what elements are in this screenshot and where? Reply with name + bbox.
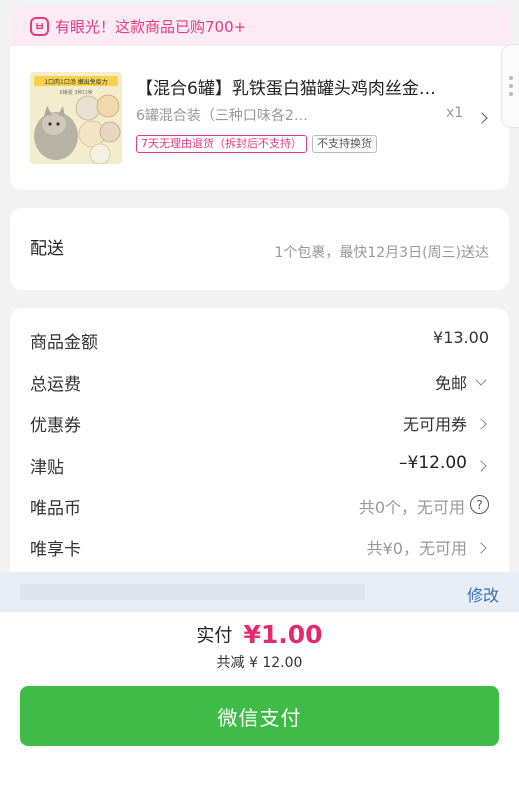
promo-text: 有眼光！这款商品已购700+ bbox=[55, 17, 247, 36]
dot-icon bbox=[508, 76, 513, 80]
goods-amount-row: 商品金额 ¥13.00 bbox=[10, 324, 509, 354]
thumb-headline: 1口肉1口汤 嫩出免疫力 bbox=[44, 78, 108, 86]
edit-link[interactable]: 修改 bbox=[467, 582, 499, 606]
coupon-chevron-right-icon[interactable] bbox=[475, 418, 487, 430]
vip-card-row[interactable]: 唯享卡 共¥0，无可用 bbox=[10, 531, 509, 561]
vcoin-value: 共0个，无可用 bbox=[358, 498, 465, 517]
dot-icon bbox=[508, 84, 513, 88]
address-edit-strip: 修改 bbox=[0, 572, 519, 612]
vip-card-value: 共¥0，无可用 bbox=[366, 539, 467, 558]
product-thumbnail[interactable]: 1口肉1口汤 嫩出免疫力 6罐装 3种口味 bbox=[30, 72, 122, 164]
exchange-policy-tag: 不支持换货 bbox=[312, 135, 377, 153]
vip-card-label: 唯享卡 bbox=[30, 540, 81, 560]
product-title[interactable]: 【混合6罐】乳铁蛋白猫罐头鸡肉丝金… bbox=[136, 74, 476, 99]
help-icon[interactable]: ? bbox=[470, 495, 489, 514]
promo-bar: ㅂ 有眼光！这款商品已购700+ bbox=[10, 6, 509, 46]
vcoin-label: 唯品币 bbox=[30, 499, 81, 519]
thumb-subline: 6罐装 3种口味 bbox=[60, 89, 93, 96]
delivery-label: 配送 bbox=[30, 239, 64, 259]
coupon-label: 优惠券 bbox=[30, 416, 81, 436]
product-chevron-right-icon[interactable] bbox=[476, 112, 488, 124]
wechat-pay-button[interactable]: 微信支付 bbox=[20, 686, 499, 746]
floating-side-tab[interactable] bbox=[501, 44, 519, 128]
product-card: ㅂ 有眼光！这款商品已购700+ 1口肉1口汤 嫩出免疫力 6罐装 3种口味 【… bbox=[10, 6, 509, 190]
delivery-card[interactable]: 配送 1个包裹，最快12月3日(周三)送达 bbox=[10, 208, 509, 290]
allowance-row[interactable]: 津贴 –¥12.00 bbox=[10, 449, 509, 479]
vcoin-row: 唯品币 共0个，无可用 ? bbox=[10, 490, 509, 520]
return-policy-tag: 7天无理由退货（拆封后不支持） bbox=[136, 135, 307, 153]
address-placeholder-bar bbox=[20, 584, 365, 600]
chevron-down-icon[interactable] bbox=[475, 374, 487, 386]
product-spec: 6罐混合装（三种口味各2… bbox=[136, 108, 308, 124]
vip-card-chevron-right-icon[interactable] bbox=[475, 542, 487, 554]
payment-total: 实付 ¥1.00 bbox=[0, 620, 519, 649]
total-amount: ¥1.00 bbox=[243, 620, 323, 649]
shipping-row[interactable]: 总运费 免邮 bbox=[10, 366, 509, 396]
goods-amount-value: ¥13.00 bbox=[433, 328, 489, 347]
payment-area: 实付 ¥1.00 共减 ¥ 12.00 微信支付 bbox=[0, 612, 519, 800]
coupon-value: 无可用券 bbox=[402, 415, 467, 434]
allowance-label: 津贴 bbox=[30, 458, 64, 478]
product-tags: 7天无理由退货（拆封后不支持） 不支持换货 bbox=[136, 135, 377, 153]
shipping-label: 总运费 bbox=[30, 375, 81, 395]
dot-icon bbox=[508, 92, 513, 96]
delivery-info: 1个包裹，最快12月3日(周三)送达 bbox=[274, 245, 489, 261]
saved-amount: 共减 ¥ 12.00 bbox=[216, 655, 303, 671]
smile-badge-icon: ㅂ bbox=[30, 16, 49, 36]
allowance-chevron-right-icon[interactable] bbox=[475, 460, 487, 472]
coupon-row[interactable]: 优惠券 无可用券 bbox=[10, 407, 509, 437]
allowance-value: –¥12.00 bbox=[399, 453, 467, 473]
product-quantity: x1 bbox=[446, 105, 464, 121]
shipping-value: 免邮 bbox=[434, 374, 467, 393]
price-breakdown-card: 商品金额 ¥13.00 总运费 免邮 优惠券 无可用券 津贴 –¥12.00 唯… bbox=[10, 308, 509, 598]
goods-amount-label: 商品金额 bbox=[30, 333, 98, 353]
total-label: 实付 bbox=[196, 625, 233, 647]
